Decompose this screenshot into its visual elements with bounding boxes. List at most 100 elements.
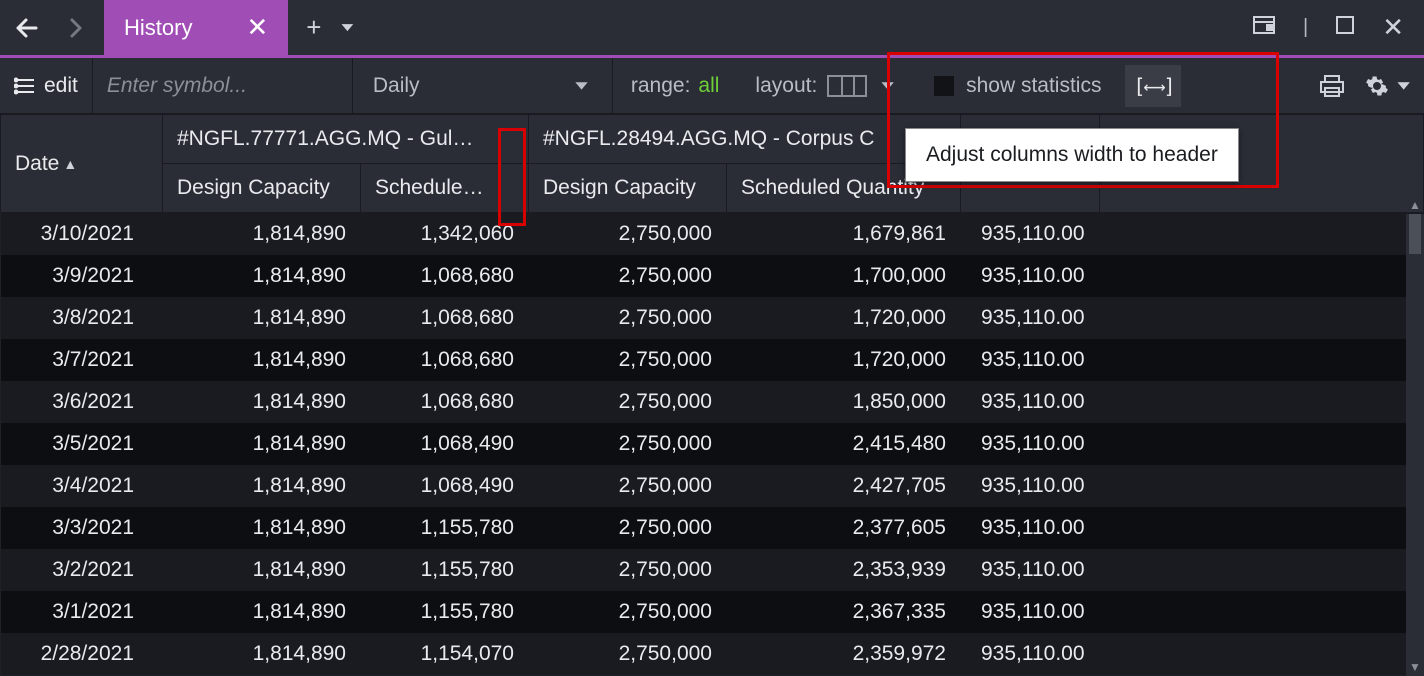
titlebar: History ✕ + ▼ | ✕	[0, 0, 1424, 58]
edit-label: edit	[44, 74, 78, 98]
checkbox-icon[interactable]	[934, 76, 954, 96]
cell-spacer	[1099, 423, 1423, 465]
cell-sq2: 2,359,972	[727, 633, 961, 675]
cell-date: 3/3/2021	[1, 507, 163, 549]
chevron-down-icon[interactable]: ▼	[877, 74, 898, 98]
cell-sq1: 1,155,780	[361, 507, 529, 549]
table-row[interactable]: 3/4/20211,814,8901,068,4902,750,0002,427…	[1, 465, 1424, 507]
cell-date: 3/6/2021	[1, 381, 163, 423]
edit-button[interactable]: edit	[0, 58, 93, 113]
cell-dc1: 1,814,890	[163, 255, 361, 297]
tab-close-icon[interactable]: ✕	[240, 12, 274, 43]
cell-dc1: 1,814,890	[163, 339, 361, 381]
cell-date: 3/7/2021	[1, 339, 163, 381]
cell-diff: 935,110.00	[961, 507, 1100, 549]
col-header-sq1[interactable]: Schedule…	[361, 164, 529, 213]
sort-asc-icon: ▲	[63, 156, 77, 172]
cell-spacer	[1099, 255, 1423, 297]
cell-sq2: 1,720,000	[727, 297, 961, 339]
window-close-icon[interactable]: ✕	[1382, 12, 1404, 43]
cell-diff: 935,110.00	[961, 423, 1100, 465]
cell-diff: 935,110.00	[961, 255, 1100, 297]
table-row[interactable]: 3/3/20211,814,8901,155,7802,750,0002,377…	[1, 507, 1424, 549]
cell-spacer	[1099, 633, 1423, 675]
interval-select[interactable]: Daily ▼	[353, 58, 613, 113]
tab-add-icon[interactable]: +	[298, 12, 329, 43]
cell-sq1: 1,068,680	[361, 297, 529, 339]
cell-diff: 935,110.00	[961, 339, 1100, 381]
table-row[interactable]: 3/8/20211,814,8901,068,6802,750,0001,720…	[1, 297, 1424, 339]
tab-history[interactable]: History ✕	[104, 0, 288, 55]
cell-sq1: 1,342,060	[361, 213, 529, 256]
data-grid: Date▲ #NGFL.77771.AGG.MQ - Gul… #NGFL.28…	[0, 114, 1424, 676]
symbol-input[interactable]: Enter symbol...	[93, 58, 353, 113]
window-controls: | ✕	[1253, 12, 1424, 43]
cell-dc1: 1,814,890	[163, 465, 361, 507]
cell-sq1: 1,068,680	[361, 339, 529, 381]
cell-dc2: 2,750,000	[529, 633, 727, 675]
cell-spacer	[1099, 381, 1423, 423]
cell-spacer	[1099, 591, 1423, 633]
print-icon[interactable]	[1309, 74, 1355, 98]
cell-spacer	[1099, 339, 1423, 381]
table-row[interactable]: 3/10/20211,814,8901,342,0602,750,0001,67…	[1, 213, 1424, 256]
range-value: all	[698, 74, 719, 98]
scroll-down-icon[interactable]: ▼	[1406, 660, 1424, 674]
cell-date: 3/5/2021	[1, 423, 163, 465]
nav-forward-icon[interactable]	[56, 16, 84, 40]
range-label: range:	[631, 74, 691, 98]
col-header-dc2[interactable]: Design Capacity	[529, 164, 727, 213]
cell-dc1: 1,814,890	[163, 423, 361, 465]
window-popout-icon[interactable]	[1253, 16, 1275, 40]
table-row[interactable]: 3/6/20211,814,8901,068,6802,750,0001,850…	[1, 381, 1424, 423]
cell-date: 3/4/2021	[1, 465, 163, 507]
cell-sq2: 1,720,000	[727, 339, 961, 381]
cell-diff: 935,110.00	[961, 465, 1100, 507]
cell-sq1: 1,068,490	[361, 465, 529, 507]
range-control[interactable]: range: all	[613, 74, 738, 98]
layout-label: layout:	[755, 74, 817, 98]
cell-sq1: 1,068,490	[361, 423, 529, 465]
nav-back-icon[interactable]	[14, 16, 42, 40]
window-maximize-icon[interactable]	[1336, 16, 1354, 40]
table-row[interactable]: 3/1/20211,814,8901,155,7802,750,0002,367…	[1, 591, 1424, 633]
cell-sq1: 1,154,070	[361, 633, 529, 675]
col-group-1[interactable]: #NGFL.77771.AGG.MQ - Gul…	[163, 115, 529, 164]
vertical-scrollbar[interactable]: ▲ ▼	[1406, 214, 1424, 676]
col-group-2[interactable]: #NGFL.28494.AGG.MQ - Corpus C	[529, 115, 961, 164]
cell-dc2: 2,750,000	[529, 381, 727, 423]
scroll-thumb[interactable]	[1409, 214, 1421, 254]
scroll-up-icon[interactable]: ▲	[1406, 198, 1424, 212]
tab-dropdown-icon[interactable]: ▼	[329, 16, 365, 39]
cell-dc2: 2,750,000	[529, 549, 727, 591]
col-header-dc1[interactable]: Design Capacity	[163, 164, 361, 213]
table-row[interactable]: 3/9/20211,814,8901,068,6802,750,0001,700…	[1, 255, 1424, 297]
cell-date: 3/1/2021	[1, 591, 163, 633]
layout-control: layout: ▼	[737, 74, 916, 98]
cell-dc1: 1,814,890	[163, 549, 361, 591]
cell-dc1: 1,814,890	[163, 591, 361, 633]
show-statistics-toggle[interactable]: show statistics	[916, 74, 1119, 98]
cell-sq1: 1,068,680	[361, 255, 529, 297]
cell-sq1: 1,068,680	[361, 381, 529, 423]
cell-dc2: 2,750,000	[529, 213, 727, 256]
cell-sq2: 2,367,335	[727, 591, 961, 633]
layout-columns-icon[interactable]	[827, 75, 867, 97]
cell-dc2: 2,750,000	[529, 339, 727, 381]
table-row[interactable]: 3/7/20211,814,8901,068,6802,750,0001,720…	[1, 339, 1424, 381]
cell-dc1: 1,814,890	[163, 633, 361, 675]
table-row[interactable]: 3/5/20211,814,8901,068,4902,750,0002,415…	[1, 423, 1424, 465]
cell-date: 3/10/2021	[1, 213, 163, 256]
settings-icon[interactable]: ▼	[1355, 74, 1424, 98]
cell-dc2: 2,750,000	[529, 255, 727, 297]
table-row[interactable]: 2/28/20211,814,8901,154,0702,750,0002,35…	[1, 633, 1424, 675]
cell-sq2: 2,353,939	[727, 549, 961, 591]
cell-sq2: 2,377,605	[727, 507, 961, 549]
cell-spacer	[1099, 297, 1423, 339]
cell-sq2: 1,850,000	[727, 381, 961, 423]
col-header-date[interactable]: Date▲	[1, 115, 163, 213]
cell-dc2: 2,750,000	[529, 507, 727, 549]
cell-diff: 935,110.00	[961, 549, 1100, 591]
adjust-columns-button[interactable]: [←→]	[1125, 65, 1181, 107]
table-row[interactable]: 3/2/20211,814,8901,155,7802,750,0002,353…	[1, 549, 1424, 591]
